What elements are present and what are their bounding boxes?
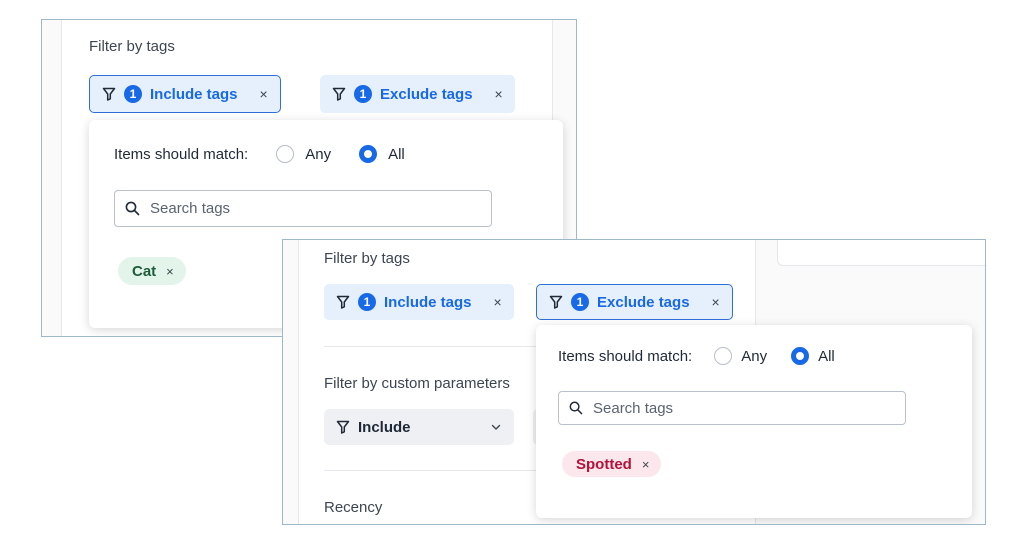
radio-all[interactable] bbox=[359, 145, 378, 163]
chevron-down-icon bbox=[491, 424, 501, 430]
match-label: Items should match: bbox=[114, 145, 249, 163]
search-icon bbox=[569, 401, 583, 415]
custom-params-label: Filter by custom parameters bbox=[324, 375, 510, 392]
count-badge: 1 bbox=[571, 293, 589, 311]
filter-by-tags-label: Filter by tags bbox=[89, 38, 175, 55]
close-icon[interactable]: × bbox=[712, 294, 720, 310]
tag-chip: Cat × bbox=[118, 257, 186, 285]
funnel-icon bbox=[549, 295, 563, 309]
exclude-tags-label: Exclude tags bbox=[380, 85, 473, 103]
radio-all-label: All bbox=[818, 347, 835, 365]
search-icon bbox=[125, 201, 140, 216]
screenshot-exclude-tags: Filter by tags 1 Include tags × 1 Exclud… bbox=[282, 239, 986, 525]
search-tags-box[interactable] bbox=[558, 391, 906, 425]
tag-chip: Spotted × bbox=[562, 451, 662, 477]
exclude-tags-label: Exclude tags bbox=[597, 293, 690, 311]
match-mode-row: Items should match: Any All bbox=[558, 347, 835, 365]
funnel-icon bbox=[336, 295, 350, 309]
funnel-icon bbox=[102, 87, 116, 101]
exclude-tags-chip[interactable]: 1 Exclude tags × bbox=[536, 284, 733, 320]
side-card bbox=[777, 240, 985, 266]
count-badge: 1 bbox=[358, 293, 376, 311]
include-dropdown[interactable]: Include bbox=[324, 409, 514, 445]
exclude-tags-chip[interactable]: 1 Exclude tags × bbox=[320, 75, 515, 113]
radio-any[interactable] bbox=[276, 145, 295, 163]
include-tags-label: Include tags bbox=[384, 293, 472, 311]
radio-any[interactable] bbox=[714, 347, 733, 365]
match-label: Items should match: bbox=[558, 347, 693, 365]
radio-all[interactable] bbox=[791, 347, 810, 365]
close-icon[interactable]: × bbox=[495, 86, 503, 102]
search-tags-input[interactable] bbox=[148, 199, 448, 218]
count-badge: 1 bbox=[354, 85, 372, 103]
radio-any-label: Any bbox=[741, 347, 768, 365]
search-tags-box[interactable] bbox=[114, 190, 492, 227]
funnel-icon bbox=[332, 87, 346, 101]
remove-tag-icon[interactable]: × bbox=[166, 264, 174, 279]
exclude-tags-popover: Items should match: Any All Spotted × bbox=[536, 325, 972, 518]
tag-label: Spotted bbox=[576, 455, 632, 473]
tag-label: Cat bbox=[132, 262, 157, 280]
include-dropdown-label: Include bbox=[358, 418, 411, 436]
radio-any-label: Any bbox=[305, 145, 332, 163]
include-tags-label: Include tags bbox=[150, 85, 238, 103]
count-badge: 1 bbox=[124, 85, 142, 103]
search-tags-input[interactable] bbox=[591, 398, 871, 418]
filter-by-tags-label: Filter by tags bbox=[324, 250, 410, 267]
close-icon[interactable]: × bbox=[494, 294, 502, 310]
radio-all-label: All bbox=[388, 145, 405, 163]
match-mode-row: Items should match: Any All bbox=[114, 145, 405, 163]
recency-label: Recency bbox=[324, 499, 383, 516]
remove-tag-icon[interactable]: × bbox=[642, 457, 650, 472]
funnel-icon bbox=[336, 420, 350, 434]
include-tags-chip[interactable]: 1 Include tags × bbox=[89, 75, 281, 113]
close-icon[interactable]: × bbox=[260, 86, 268, 102]
include-tags-chip[interactable]: 1 Include tags × bbox=[324, 284, 514, 320]
